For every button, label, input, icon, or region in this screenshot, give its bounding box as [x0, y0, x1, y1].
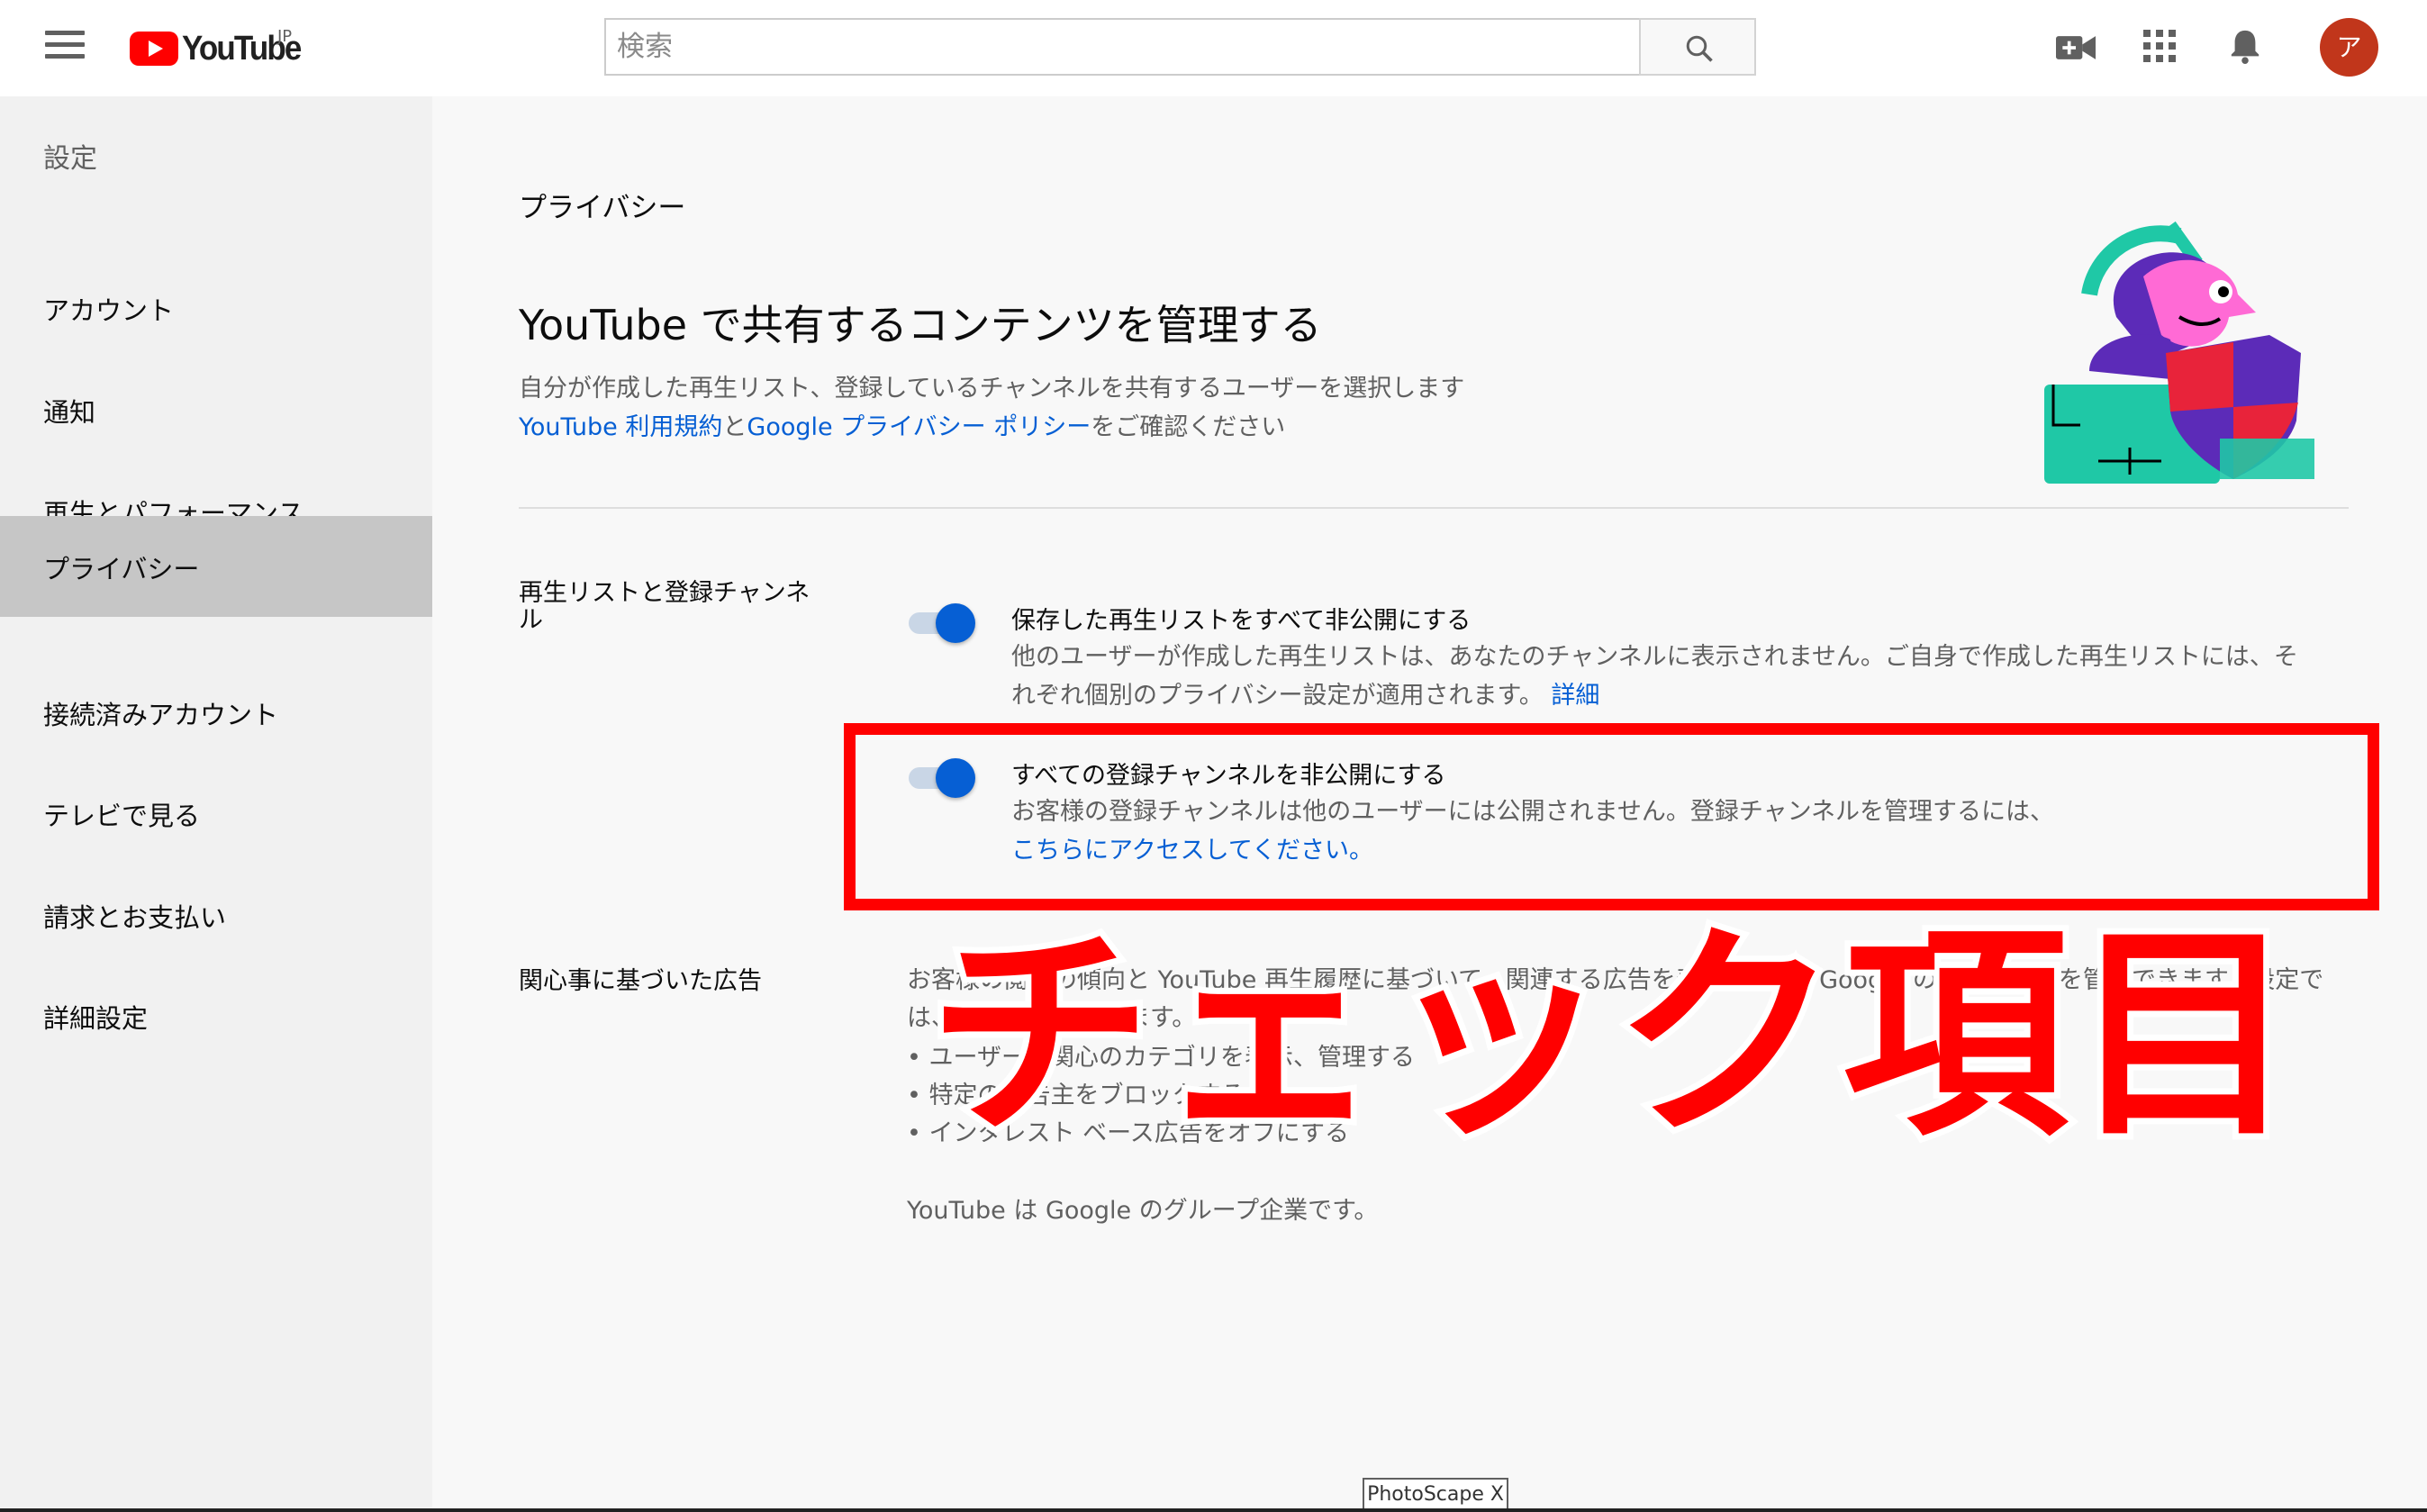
avatar[interactable]: ア: [2320, 18, 2378, 77]
section-label: プライバシー: [519, 192, 686, 224]
check-item-annotation: チェック項目: [921, 904, 2303, 1166]
private-playlists-toggle[interactable]: [907, 603, 975, 643]
masthead: YouTube JP ア: [0, 0, 2427, 96]
private-playlists-desc-line1: 他のユーザーが作成した再生リストは、あなたのチャンネルに表示されません。ご自身で…: [1011, 643, 2298, 671]
menu-icon[interactable]: [45, 31, 85, 63]
playlist-subscription-group-label: 再生リストと登録チャンネル: [519, 579, 811, 634]
confirm-text: をご確認ください: [1091, 413, 1286, 441]
toggle-knob: [936, 603, 975, 643]
privacy-illustration: [2044, 221, 2314, 484]
search-input[interactable]: [617, 27, 1607, 67]
video-camera-plus-icon[interactable]: [2056, 32, 2096, 63]
highlight-annotation-box: [844, 723, 2379, 910]
terms-line: YouTube 利用規約とGoogle プライバシー ポリシーをご確認ください: [519, 407, 1285, 442]
search-button[interactable]: [1639, 18, 1756, 76]
sidebar-item-label: プライバシー: [43, 554, 200, 584]
private-playlists-title: 保存した再生リストをすべて非公開にする: [1011, 607, 1472, 635]
sidebar-item-label: 通知: [43, 397, 96, 428]
logo-region-label: JP: [277, 27, 293, 46]
sidebar-item-privacy[interactable]: プライバシー: [0, 516, 432, 617]
youtube-play-icon: [130, 32, 178, 66]
sidebar-item-label: 請求とお支払い: [43, 902, 227, 933]
sidebar-item-advanced[interactable]: 詳細設定: [0, 965, 432, 1066]
settings-sidebar: 設定 アカウント 通知 再生とパフォーマンス プライバシー 接続済みアカウント …: [0, 96, 432, 1512]
sidebar-item-tv[interactable]: テレビで見る: [0, 763, 432, 864]
private-playlists-description: 他のユーザーが作成した再生リストは、あなたのチャンネルに表示されません。ご自身で…: [1011, 638, 2362, 715]
settings-content: プライバシー YouTube で共有するコンテンツを管理する 自分が作成した再生…: [432, 96, 2427, 1512]
private-playlists-desc-line2-wrap: れぞれ個別のプライバシー設定が適用されます。 詳細: [1011, 676, 2362, 715]
sidebar-item-billing[interactable]: 請求とお支払い: [0, 865, 432, 965]
terms-link[interactable]: YouTube 利用規約: [519, 413, 722, 441]
sidebar-item-connected-apps[interactable]: 接続済みアカウント: [0, 662, 432, 763]
apps-grid-icon[interactable]: [2143, 30, 2176, 62]
search-box: [604, 18, 1641, 76]
page-title: YouTube で共有するコンテンツを管理する: [519, 301, 1322, 349]
google-group-note: YouTube は Google のグループ企業です。: [907, 1197, 1379, 1225]
sidebar-item-label: アカウント: [43, 295, 175, 326]
sidebar-item-account[interactable]: アカウント: [0, 258, 432, 358]
sidebar-item-label: 接続済みアカウント: [43, 700, 279, 730]
private-playlists-desc-line2: れぞれ個別のプライバシー設定が適用されます。: [1011, 682, 1544, 710]
photoscape-watermark: PhotoScape X: [1363, 1478, 1508, 1512]
privacy-policy-link[interactable]: Google プライバシー ポリシー: [747, 413, 1091, 441]
bell-icon[interactable]: [2228, 27, 2262, 65]
sidebar-item-notifications[interactable]: 通知: [0, 359, 432, 460]
interest-ads-label: 関心事に基づいた広告: [519, 967, 762, 995]
sidebar-item-label: テレビで見る: [43, 801, 201, 831]
sidebar-item-label: 詳細設定: [43, 1003, 149, 1034]
search-icon: [1686, 35, 1713, 62]
divider: [519, 507, 2349, 509]
and-text: と: [722, 413, 747, 441]
bottom-border: [0, 1508, 2427, 1512]
page-description: 自分が作成した再生リスト、登録しているチャンネルを共有するユーザーを選択します: [519, 375, 1465, 403]
learn-more-link[interactable]: 詳細: [1551, 682, 1599, 710]
sidebar-title: 設定: [43, 143, 97, 175]
